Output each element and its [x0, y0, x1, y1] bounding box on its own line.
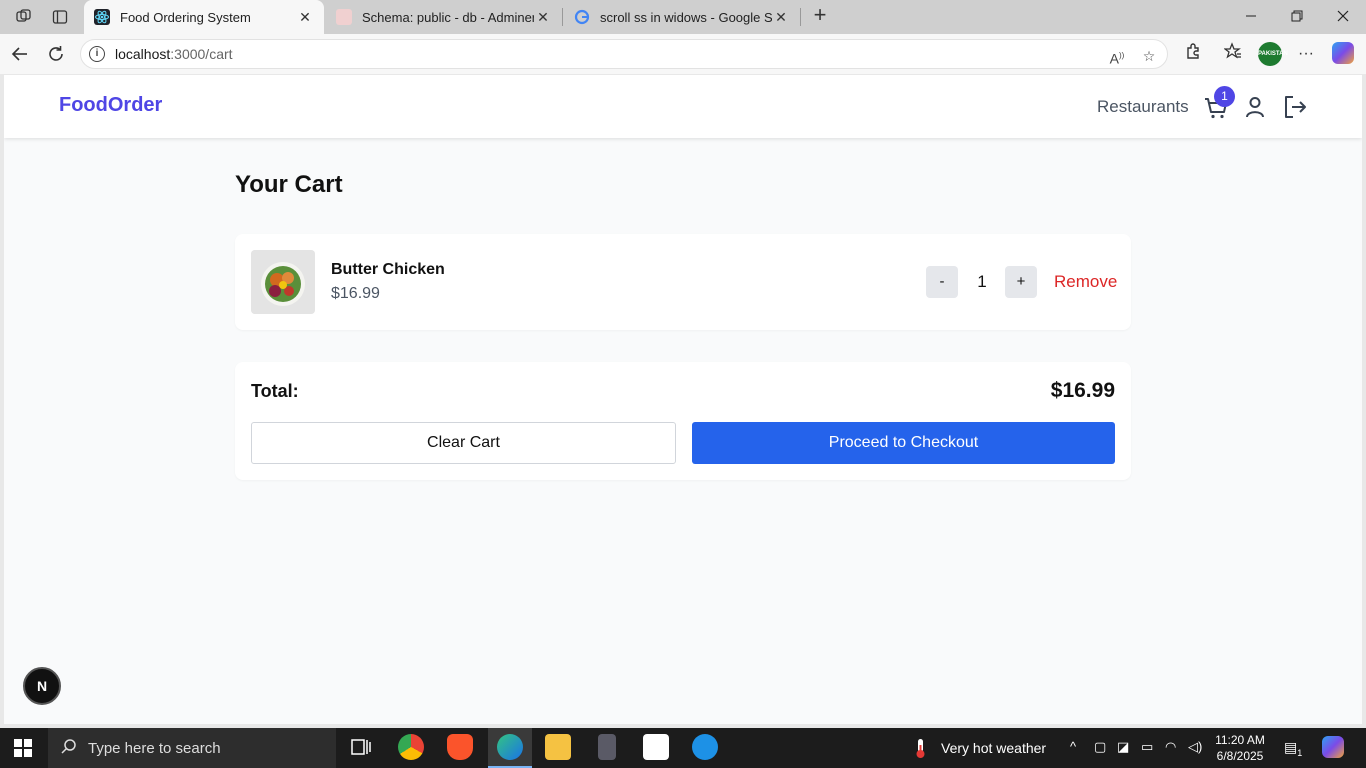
- remove-item-button[interactable]: Remove: [1054, 272, 1117, 292]
- profile-avatar[interactable]: PAKISTAN: [1258, 42, 1288, 66]
- tab-food-ordering[interactable]: Food Ordering System ✕: [84, 0, 324, 34]
- battery-icon[interactable]: ▭: [1141, 739, 1153, 755]
- profile-label: PAKISTAN: [1258, 51, 1288, 57]
- nav-restaurants-link[interactable]: Restaurants: [1097, 97, 1189, 117]
- minimize-button[interactable]: [1228, 0, 1274, 32]
- favorites-icon[interactable]: [1221, 42, 1245, 66]
- browser-tab-strip: Food Ordering System ✕ Schema: public - …: [0, 0, 1366, 34]
- browser-toolbar: i localhost:3000/cart A)) ☆ PAKISTAN ···: [0, 34, 1366, 74]
- url-host: localhost: [115, 46, 171, 62]
- windows-start-icon[interactable]: [14, 739, 32, 757]
- meet-now-icon[interactable]: ▢: [1094, 739, 1106, 755]
- logout-icon[interactable]: [1282, 94, 1308, 120]
- taskbar-search-input[interactable]: Type here to search: [48, 728, 336, 768]
- close-tab-icon[interactable]: ✕: [772, 9, 790, 26]
- site-info-icon[interactable]: i: [89, 46, 105, 62]
- tab-title: scroll ss in widows - Google Search: [600, 9, 772, 25]
- more-options-icon[interactable]: ···: [1294, 42, 1318, 66]
- app-header: FoodOrder Restaurants 1: [4, 75, 1362, 138]
- back-arrow-icon[interactable]: [8, 42, 32, 66]
- clock-date: 6/8/2025: [1216, 749, 1264, 763]
- page-viewport: FoodOrder Restaurants 1 Your Cart Butter…: [4, 75, 1362, 724]
- checkout-button[interactable]: Proceed to Checkout: [692, 422, 1115, 464]
- total-label: Total:: [251, 381, 299, 401]
- decrement-quantity-button[interactable]: -: [926, 266, 958, 298]
- nextjs-dev-badge[interactable]: N: [23, 667, 61, 705]
- refresh-icon[interactable]: [44, 42, 68, 66]
- task-view-icon[interactable]: [348, 734, 374, 760]
- windows-taskbar: Type here to search Very hot weather ^ ▢…: [0, 728, 1366, 768]
- tab-adminer[interactable]: Schema: public - db - Adminer ✕: [326, 0, 562, 34]
- react-favicon-icon: [94, 9, 110, 25]
- adminer-favicon-icon: [336, 9, 352, 25]
- clear-cart-button[interactable]: Clear Cart: [251, 422, 676, 464]
- read-aloud-icon[interactable]: A)): [1107, 46, 1127, 67]
- google-favicon-icon: [574, 9, 590, 25]
- new-tab-button[interactable]: +: [808, 4, 832, 28]
- docker-app-icon[interactable]: [692, 734, 718, 760]
- copilot-icon[interactable]: [1332, 42, 1354, 64]
- address-bar[interactable]: i localhost:3000/cart A)) ☆: [80, 39, 1168, 69]
- app-icon[interactable]: [643, 734, 669, 760]
- close-tab-icon[interactable]: ✕: [296, 9, 314, 26]
- search-placeholder: Type here to search: [88, 739, 221, 757]
- close-tab-icon[interactable]: ✕: [534, 9, 552, 26]
- taskbar-clock[interactable]: 11:20 AM 6/8/2025: [1208, 732, 1272, 764]
- cart-summary: Total: $16.99 Clear Cart Proceed to Chec…: [235, 362, 1131, 480]
- brand-logo[interactable]: FoodOrder: [59, 94, 162, 117]
- copilot-taskbar-icon[interactable]: [1322, 736, 1344, 758]
- tab-google-search[interactable]: scroll ss in widows - Google Search ✕: [564, 0, 800, 34]
- restore-button[interactable]: [1274, 0, 1320, 32]
- weather-text[interactable]: Very hot weather: [941, 740, 1046, 756]
- user-profile-icon[interactable]: [1243, 95, 1267, 119]
- cart-count-badge: 1: [1214, 86, 1235, 107]
- workspaces-icon[interactable]: [10, 5, 38, 29]
- favorite-star-icon[interactable]: ☆: [1139, 46, 1159, 66]
- tab-divider: [562, 8, 563, 26]
- show-hidden-icons-icon[interactable]: ^: [1070, 739, 1076, 754]
- notification-count: 1: [1297, 747, 1303, 758]
- wifi-icon[interactable]: ◠: [1165, 739, 1176, 755]
- vertical-tabs-icon[interactable]: [46, 5, 74, 29]
- thermometer-icon: [910, 737, 930, 759]
- search-icon: [60, 738, 78, 761]
- notifications-icon[interactable]: ▤1: [1284, 739, 1302, 758]
- food-image: [251, 250, 315, 314]
- url-path: :3000/cart: [170, 46, 233, 62]
- tray-app-icon[interactable]: ◪: [1117, 739, 1129, 755]
- clock-time: 11:20 AM: [1215, 733, 1265, 747]
- tab-divider: [800, 8, 801, 26]
- file-explorer-icon[interactable]: [545, 734, 571, 760]
- item-name: Butter Chicken: [331, 261, 445, 278]
- close-window-button[interactable]: [1320, 0, 1366, 32]
- item-quantity: 1: [977, 272, 987, 291]
- page-title: Your Cart: [235, 171, 343, 198]
- tab-title: Schema: public - db - Adminer: [362, 9, 534, 25]
- chrome-app-icon[interactable]: [398, 734, 424, 760]
- total-value: $16.99: [1050, 379, 1115, 402]
- extensions-icon[interactable]: [1181, 42, 1205, 66]
- cart-item: Butter Chicken $16.99 - 1 + Remove: [235, 234, 1131, 330]
- volume-icon[interactable]: ◁): [1188, 739, 1202, 755]
- increment-quantity-button[interactable]: +: [1005, 266, 1037, 298]
- tab-title: Food Ordering System: [120, 9, 251, 25]
- edge-app-icon[interactable]: [497, 734, 523, 760]
- brave-app-icon[interactable]: [447, 734, 473, 760]
- app-icon[interactable]: [598, 734, 616, 760]
- item-price: $16.99: [331, 285, 380, 302]
